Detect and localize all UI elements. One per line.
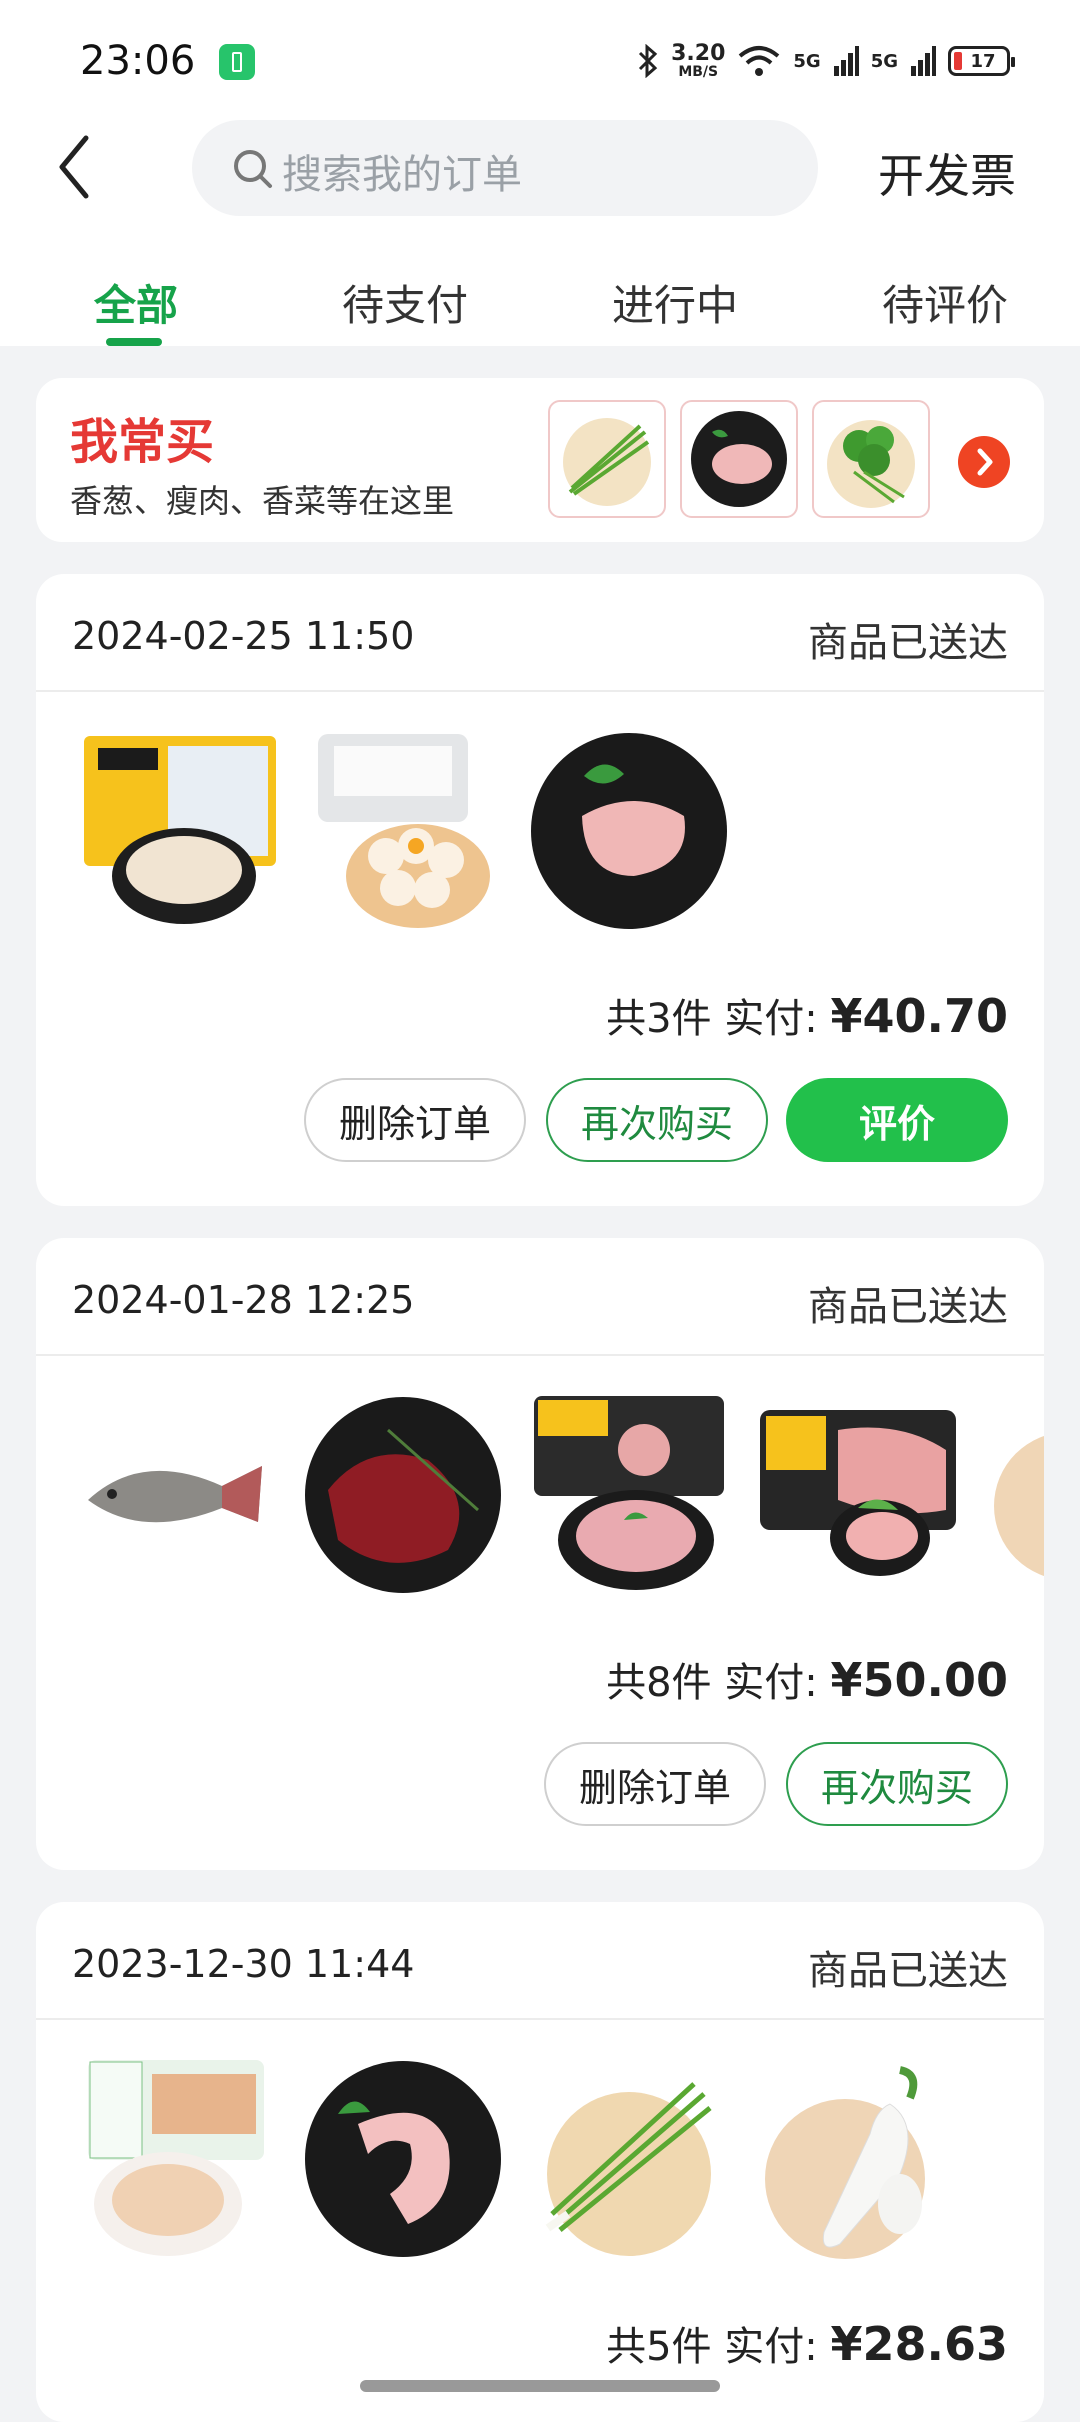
tab-pending-payment[interactable]: 待支付 bbox=[342, 272, 468, 333]
order-status: 商品已送达 bbox=[808, 1284, 1008, 1330]
signal-bars-icon bbox=[833, 46, 859, 76]
review-button[interactable]: 评价 bbox=[786, 1078, 1008, 1162]
status-icons: 3.20 MB/S 5G 5G 17 bbox=[637, 38, 1015, 84]
signal-5g-label: 5G bbox=[793, 50, 821, 72]
frequent-more-button[interactable] bbox=[958, 436, 1010, 488]
order-date: 2024-02-25 11:50 bbox=[72, 614, 415, 658]
order-status: 商品已送达 bbox=[808, 1948, 1008, 1994]
order-summary: 共3件 实付: ¥40.70 bbox=[606, 989, 1008, 1043]
product-thumb-partial[interactable] bbox=[976, 1390, 1044, 1600]
order-status: 商品已送达 bbox=[808, 620, 1008, 666]
search-placeholder: 搜索我的订单 bbox=[282, 152, 522, 198]
delete-order-button[interactable]: 删除订单 bbox=[304, 1078, 526, 1162]
home-indicator[interactable] bbox=[360, 2380, 720, 2392]
frequent-thumb-lean-pork[interactable] bbox=[680, 400, 798, 518]
product-thumb-eggs[interactable] bbox=[298, 726, 508, 936]
invoice-button[interactable]: 开发票 bbox=[878, 140, 1016, 206]
product-thumb-pork-cubes[interactable] bbox=[524, 1390, 734, 1600]
chevron-left-icon bbox=[59, 135, 89, 199]
rebuy-button[interactable]: 再次购买 bbox=[546, 1078, 768, 1162]
frequent-purchases-card[interactable]: 我常买 香葱、瘦肉、香菜等在这里 bbox=[36, 378, 1044, 542]
order-price: ¥28.63 bbox=[830, 2317, 1008, 2371]
order-summary: 共8件 实付: ¥50.00 bbox=[606, 1653, 1008, 1707]
product-thumb-chicken-wings[interactable] bbox=[72, 726, 282, 936]
product-thumb-white-radish[interactable] bbox=[750, 2054, 960, 2264]
frequent-thumb-cilantro[interactable] bbox=[812, 400, 930, 518]
frequent-thumb-scallion[interactable] bbox=[548, 400, 666, 518]
product-thumb-beef[interactable] bbox=[298, 1390, 508, 1600]
search-icon bbox=[234, 150, 272, 188]
bluetooth-icon bbox=[639, 44, 658, 78]
chevron-right-icon bbox=[977, 448, 993, 476]
order-price: ¥40.70 bbox=[830, 989, 1008, 1043]
rebuy-button[interactable]: 再次购买 bbox=[786, 1742, 1008, 1826]
battery-icon: 17 bbox=[948, 46, 1015, 76]
tab-active-indicator bbox=[106, 338, 162, 346]
product-thumb-scallion[interactable] bbox=[524, 2054, 734, 2264]
order-summary: 共5件 实付: ¥28.63 bbox=[606, 2317, 1008, 2371]
divider bbox=[36, 1354, 1044, 1356]
signal-5g-label-2: 5G bbox=[870, 50, 898, 72]
divider bbox=[36, 690, 1044, 692]
tab-in-progress[interactable]: 进行中 bbox=[612, 272, 738, 333]
order-date: 2023-12-30 11:44 bbox=[72, 1942, 415, 1986]
order-price: ¥50.00 bbox=[830, 1653, 1008, 1707]
delete-order-button[interactable]: 删除订单 bbox=[544, 1742, 766, 1826]
order-date: 2024-01-28 12:25 bbox=[72, 1278, 415, 1322]
divider bbox=[36, 2018, 1044, 2020]
order-tabs: 全部 待支付 进行中 待评价 bbox=[0, 262, 1080, 346]
product-thumb-pork[interactable] bbox=[524, 726, 734, 936]
network-speed: 3.20 MB/S bbox=[671, 41, 726, 80]
tab-all[interactable]: 全部 bbox=[94, 272, 178, 333]
battery-saver-icon bbox=[219, 44, 255, 80]
frequent-title: 我常买 bbox=[70, 414, 215, 470]
product-thumb-pork-loin[interactable] bbox=[750, 1390, 960, 1600]
order-card[interactable]: 2023-12-30 11:44 商品已送达 共5件 实付: ¥28.63 bbox=[36, 1902, 1044, 2422]
frequent-subtitle: 香葱、瘦肉、香菜等在这里 bbox=[70, 482, 455, 520]
order-card[interactable]: 2024-02-25 11:50 商品已送达 共3件 实付: ¥40.70 删除… bbox=[36, 574, 1044, 1206]
product-thumb-fish[interactable] bbox=[72, 1390, 282, 1600]
wifi-icon bbox=[739, 46, 780, 76]
product-thumb-chicken[interactable] bbox=[72, 2054, 282, 2264]
tab-pending-review[interactable]: 待评价 bbox=[882, 272, 1008, 333]
back-button[interactable] bbox=[50, 132, 106, 202]
signal-bars-icon-2 bbox=[911, 46, 936, 76]
order-card[interactable]: 2024-01-28 12:25 商品已送达 共8件 实付: ¥50.00 删除… bbox=[36, 1238, 1044, 1870]
status-time: 23:06 bbox=[80, 38, 196, 84]
product-thumb-pork-belly[interactable] bbox=[298, 2054, 508, 2264]
search-input[interactable]: 搜索我的订单 bbox=[192, 120, 818, 216]
